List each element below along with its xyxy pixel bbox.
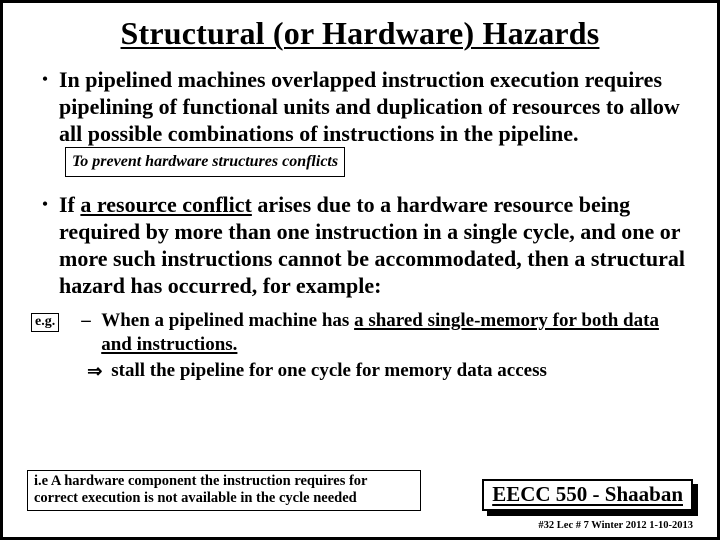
footer-row: i.e A hardware component the instruction… <box>27 470 693 511</box>
bullet-1-text: In pipelined machines overlapped instruc… <box>59 67 680 146</box>
sub-bullet-1-text: When a pipelined machine has a shared si… <box>101 309 693 357</box>
slide-title: Structural (or Hardware) Hazards <box>27 15 693 52</box>
course-box-wrap: EECC 550 - Shaaban <box>482 479 693 511</box>
example-label-box: e.g. <box>31 313 59 332</box>
bullet-2-ul: a resource conflict <box>80 192 251 217</box>
sub-pre: When a pipelined machine has <box>101 310 354 331</box>
course-box: EECC 550 - Shaaban <box>482 479 693 511</box>
example-row: e.g. – When a pipelined machine has a sh… <box>31 309 693 383</box>
slide-frame: Structural (or Hardware) Hazards • In pi… <box>0 0 720 540</box>
bullet-2: • If a resource conflict arises due to a… <box>31 191 693 299</box>
bullet-1-body: In pipelined machines overlapped instruc… <box>59 66 693 177</box>
arrow-text: stall the pipeline for one cycle for mem… <box>111 359 547 383</box>
bullet-1: • In pipelined machines overlapped instr… <box>31 66 693 177</box>
sub-dash: – <box>81 309 101 333</box>
arrow-line: ⇒ stall the pipeline for one cycle for m… <box>87 359 693 383</box>
bullet-2-pre: If <box>59 192 80 217</box>
bullet-dot: • <box>31 66 59 177</box>
page-info: #32 Lec # 7 Winter 2012 1-10-2013 <box>538 520 693 531</box>
footer-note-box: i.e A hardware component the instruction… <box>27 470 421 511</box>
sub-bullet-1: – When a pipelined machine has a shared … <box>81 309 693 357</box>
bullet-dot: • <box>31 191 59 299</box>
example-content: – When a pipelined machine has a shared … <box>81 309 693 383</box>
arrow-icon: ⇒ <box>87 359 111 383</box>
bullet-1-note-box: To prevent hardware structures conflicts <box>65 147 345 177</box>
bullet-2-body: If a resource conflict arises due to a h… <box>59 191 693 299</box>
